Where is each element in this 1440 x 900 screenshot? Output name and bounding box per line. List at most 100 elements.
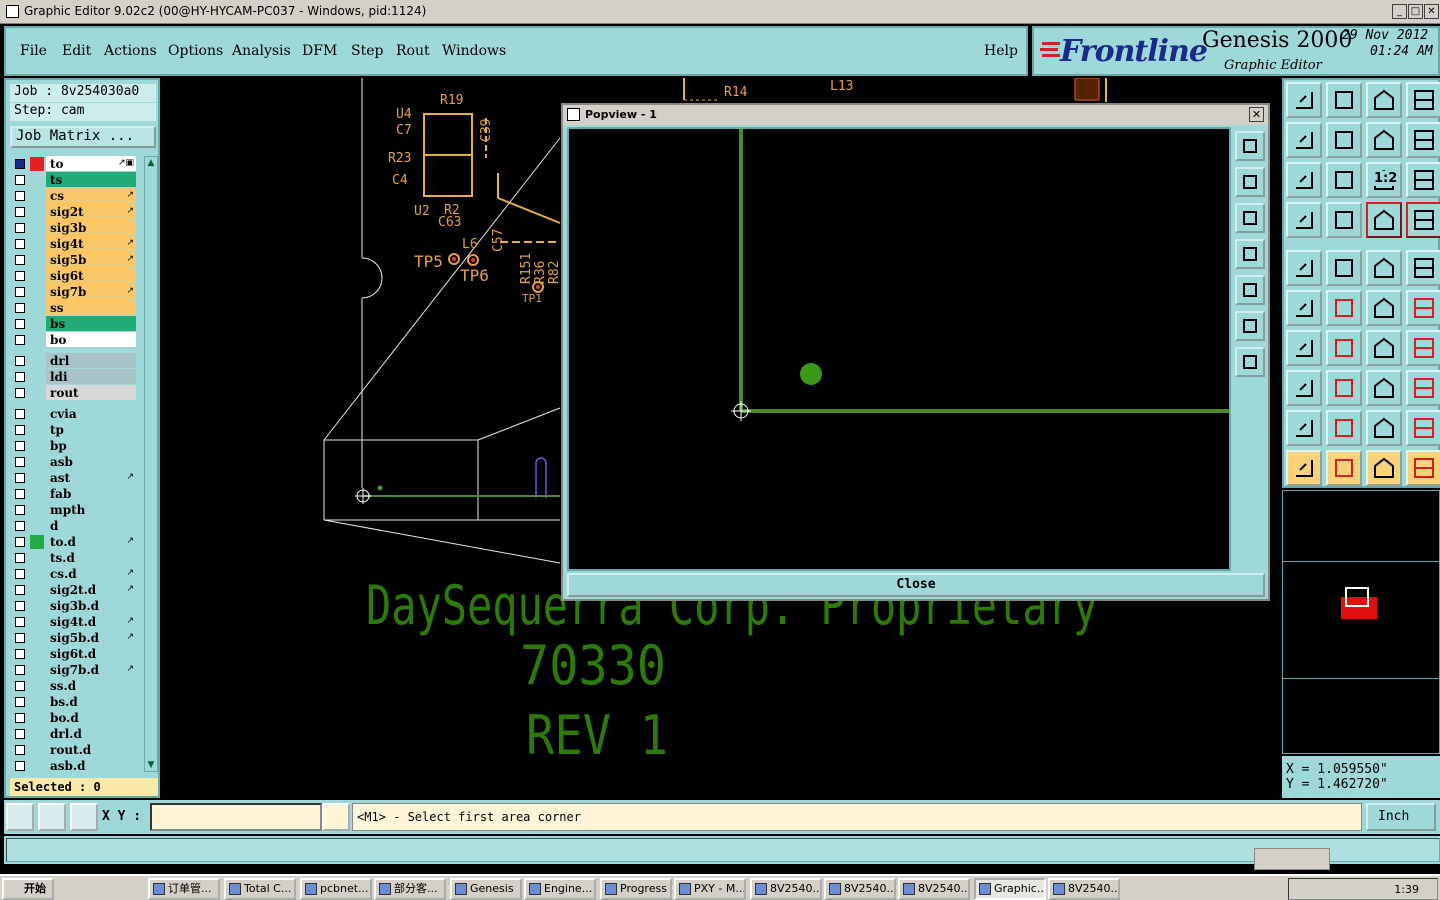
layer-row[interactable]: sig4t.d ↗ — [10, 614, 140, 630]
layer-name[interactable]: sig7b — [46, 284, 136, 300]
layer-row[interactable]: ldi — [10, 369, 140, 385]
layer-checkbox[interactable] — [15, 159, 25, 169]
fit-icon[interactable] — [1286, 162, 1322, 198]
popview-fit-icon[interactable] — [1235, 311, 1265, 341]
taskbar-item[interactable]: Total C... — [224, 878, 296, 900]
layer-row[interactable]: sig3b.d — [10, 598, 140, 614]
select-icon[interactable] — [1286, 450, 1322, 486]
layer-name[interactable]: cs — [46, 188, 136, 204]
layer-affected-flag[interactable] — [30, 253, 44, 267]
pad-icon[interactable] — [1286, 370, 1322, 406]
layer-name[interactable]: ss — [46, 300, 136, 316]
taskbar-item[interactable]: pcbnet... — [300, 878, 372, 900]
taskbar-item[interactable]: Engine... — [524, 878, 596, 900]
layer-name[interactable]: sig3b.d — [46, 598, 136, 614]
taskbar-item[interactable]: 8V2540... — [824, 878, 896, 900]
layer-scrollbar[interactable]: ▲ ▼ — [144, 156, 158, 772]
delete-icon[interactable] — [1326, 290, 1362, 326]
layer-checkbox[interactable] — [15, 505, 25, 515]
line-icon[interactable] — [1286, 330, 1322, 366]
layer-affected-flag[interactable] — [30, 285, 44, 299]
info-icon[interactable] — [322, 803, 350, 831]
layer-row[interactable]: drl — [10, 353, 140, 369]
layer-affected-flag[interactable] — [30, 567, 44, 581]
undo-view-icon[interactable] — [1366, 122, 1402, 158]
pan-right-icon[interactable] — [1326, 122, 1362, 158]
layer-name[interactable]: asb.d — [46, 758, 136, 774]
layer-checkbox[interactable] — [15, 191, 25, 201]
layer-name[interactable]: cvia — [46, 406, 136, 422]
layer-row[interactable]: to ↗▣ — [10, 156, 140, 172]
layer-name[interactable]: sig5b.d — [46, 630, 136, 646]
layer-checkbox[interactable] — [15, 569, 25, 579]
layer-checkbox[interactable] — [15, 681, 25, 691]
pan-left-icon[interactable] — [1286, 122, 1322, 158]
layer-checkbox[interactable] — [15, 356, 25, 366]
home-icon[interactable] — [1366, 82, 1402, 118]
layer-row[interactable]: sig5b ↗ — [10, 252, 140, 268]
menu-dfm[interactable]: DFM — [302, 43, 337, 59]
layer-checkbox[interactable] — [15, 271, 25, 281]
layer-name[interactable]: sig3b — [46, 220, 136, 236]
layer-row[interactable]: fab — [10, 486, 140, 502]
layer-checkbox[interactable] — [15, 521, 25, 531]
layer-affected-flag[interactable] — [30, 519, 44, 533]
zoom-fit-icon[interactable] — [1326, 162, 1362, 198]
layer-checkbox[interactable] — [15, 175, 25, 185]
layer-checkbox[interactable] — [15, 665, 25, 675]
layer-affected-flag[interactable] — [30, 503, 44, 517]
layer-row[interactable]: bs.d — [10, 694, 140, 710]
link-red-icon[interactable] — [1406, 290, 1440, 326]
layer-row[interactable]: sig7b ↗ — [10, 284, 140, 300]
zoom-home-icon[interactable] — [1286, 82, 1322, 118]
layer-affected-flag[interactable] — [30, 471, 44, 485]
layer-checkbox[interactable] — [15, 255, 25, 265]
layer-row[interactable]: sig6t.d — [10, 646, 140, 662]
layer-affected-flag[interactable] — [30, 615, 44, 629]
layer-name[interactable]: ts — [46, 172, 136, 188]
layer-name[interactable]: ast — [46, 470, 136, 486]
layer-row[interactable]: ast ↗ — [10, 470, 140, 486]
layer-row[interactable]: sig7b.d ↗ — [10, 662, 140, 678]
menu-rout[interactable]: Rout — [396, 43, 430, 59]
layer-checkbox[interactable] — [15, 287, 25, 297]
layer-row[interactable]: cvia — [10, 406, 140, 422]
menu-windows[interactable]: Windows — [442, 43, 506, 59]
layer-name[interactable]: bp — [46, 438, 136, 454]
layer-row[interactable]: ss.d — [10, 678, 140, 694]
layer-checkbox[interactable] — [15, 729, 25, 739]
triangle-icon[interactable] — [1286, 410, 1322, 446]
cluster-icon[interactable] — [1406, 370, 1440, 406]
popview-canvas[interactable] — [567, 127, 1231, 571]
layer-name[interactable]: sig2t — [46, 204, 136, 220]
zoom-page-icon[interactable] — [1326, 82, 1362, 118]
layer-name[interactable]: bo — [46, 332, 136, 348]
layer-row[interactable]: bp — [10, 438, 140, 454]
layer-checkbox[interactable] — [15, 457, 25, 467]
layer-checkbox[interactable] — [15, 223, 25, 233]
popview-close-button[interactable]: Close — [567, 573, 1265, 597]
arrow-triangle-icon[interactable] — [1326, 410, 1362, 446]
layer-affected-flag[interactable] — [30, 679, 44, 693]
layer-row[interactable]: sig2t.d ↗ — [10, 582, 140, 598]
taskbar-item[interactable]: Graphic... — [974, 878, 1046, 900]
layer-checkbox[interactable] — [15, 372, 25, 382]
layer-name[interactable]: sig4t.d — [46, 614, 136, 630]
layer-affected-flag[interactable] — [30, 407, 44, 421]
layer-affected-flag[interactable] — [30, 370, 44, 384]
layer-row[interactable]: ts — [10, 172, 140, 188]
layer-affected-flag[interactable] — [30, 695, 44, 709]
layer-row[interactable]: d — [10, 518, 140, 534]
menu-file[interactable]: File — [20, 43, 47, 59]
layer-name[interactable]: bo.d — [46, 710, 136, 726]
taskbar-item[interactable]: 订单管... — [148, 878, 220, 900]
job-matrix-button[interactable]: Job Matrix ... — [10, 126, 156, 148]
layer-affected-flag[interactable] — [30, 439, 44, 453]
layer-affected-flag[interactable] — [30, 189, 44, 203]
ime-toolbar[interactable] — [1254, 848, 1330, 870]
layer-affected-flag[interactable] — [30, 535, 44, 549]
link-icon[interactable] — [1366, 290, 1402, 326]
grid-icon[interactable] — [1326, 202, 1362, 238]
taskbar-item[interactable]: Progress — [600, 878, 672, 900]
up-triangle-icon[interactable] — [1366, 410, 1402, 446]
